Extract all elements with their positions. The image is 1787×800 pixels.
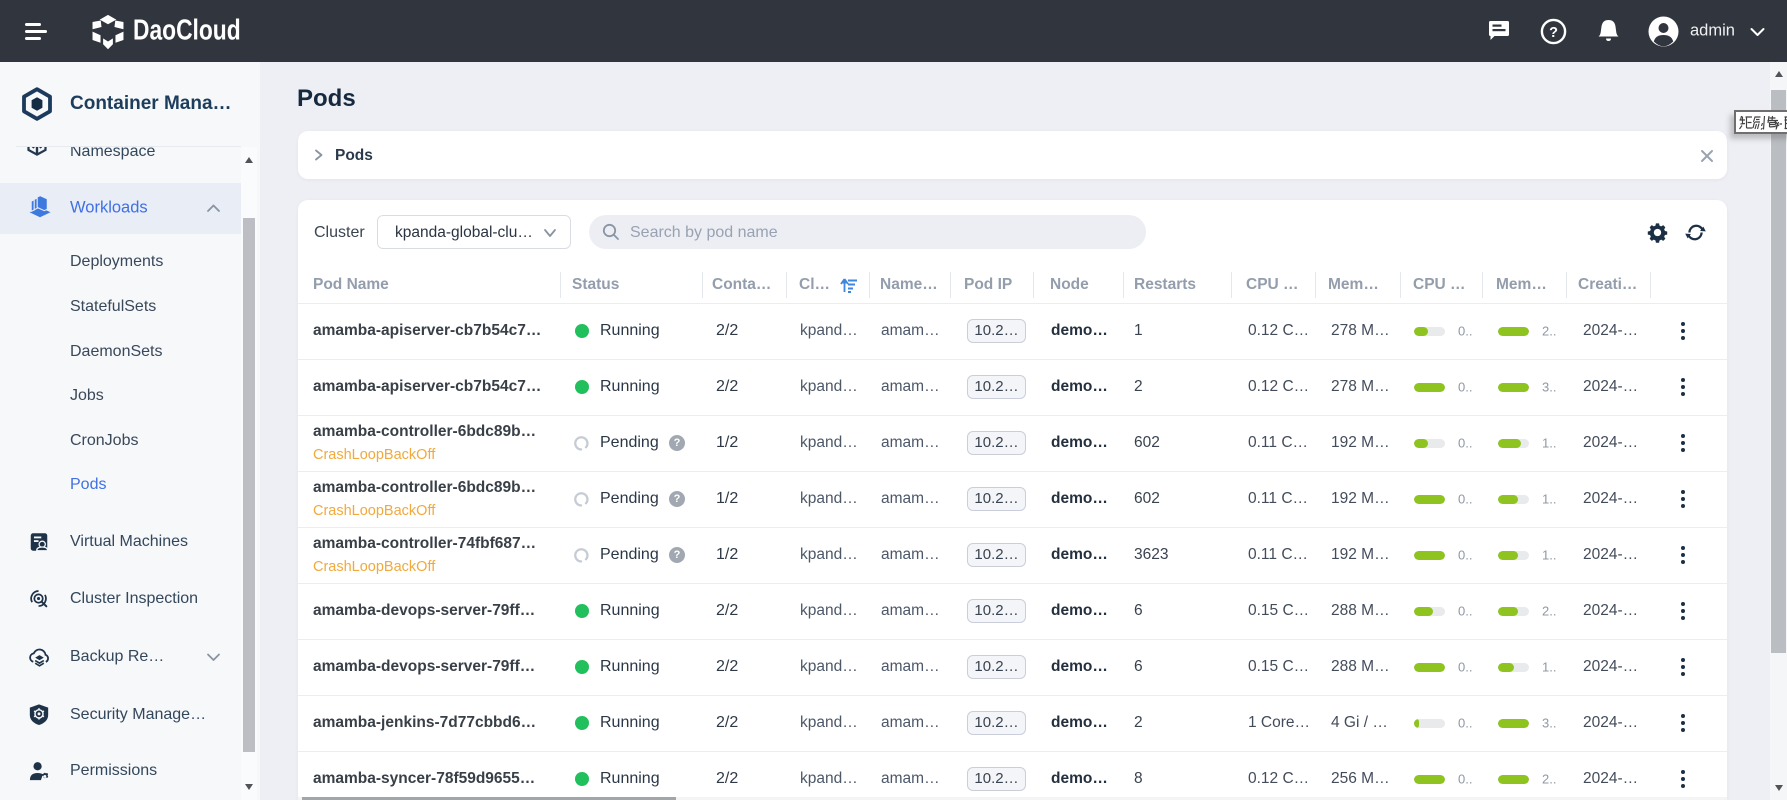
svg-text:?: ? xyxy=(1549,25,1558,41)
